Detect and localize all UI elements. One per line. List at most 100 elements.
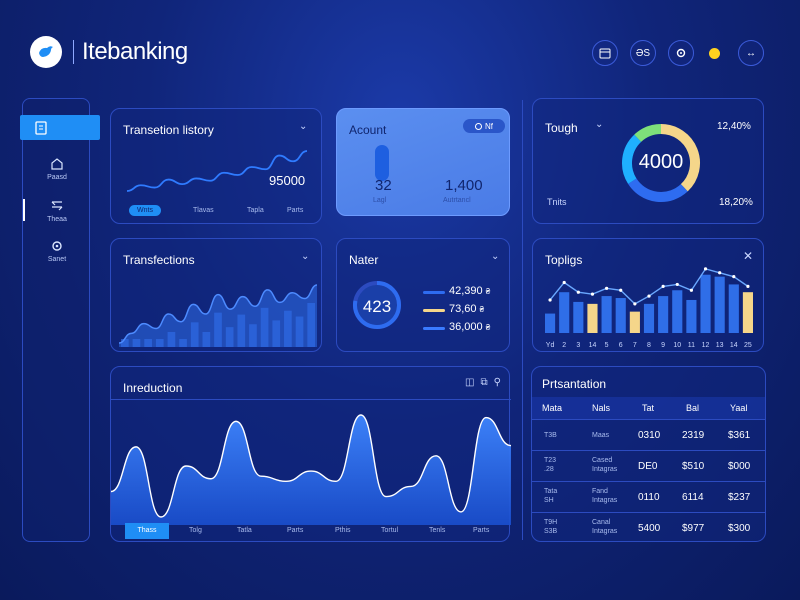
close-icon[interactable]: ✕ [743,249,753,263]
tab-tapla[interactable]: Tapla [247,207,264,214]
sidebar: Paasd Theaa Sanet [20,98,100,542]
transfections-card: Transfections ⌄ [110,238,322,352]
x-tick-label: 10 [673,342,681,349]
account-title: Acount [349,123,387,137]
tab-tatla[interactable]: Tatla [237,527,252,534]
table-cell: DE0 [638,461,658,472]
table-row[interactable]: T23 .28 Cased Intagras DE0 $510 $000 [532,450,765,481]
bar [728,284,739,333]
x-tick-label: 14 [730,342,738,349]
notification-dot[interactable] [709,48,720,59]
sidebar-item-wallet[interactable] [20,115,100,140]
sidebar-item-transfer[interactable]: Theaa [23,199,91,223]
settings-button[interactable] [668,40,694,66]
table-cell: T23 .28 [544,457,557,473]
bird-logo-icon[interactable] [30,36,62,68]
toggle-icon [475,122,482,130]
column-header[interactable]: Yaal [730,403,747,413]
column-header[interactable]: Tat [642,403,654,413]
x-tick-label: 12 [702,342,710,349]
app-title: Itebanking [82,38,188,65]
toplings-bar-chart: Yd 2 3 14 5 6 7 8 9 10 11 12 13 14 25 [545,267,753,349]
donut-slice [634,124,662,143]
calendar-icon [599,48,611,59]
expand-icon[interactable]: ◫ [465,377,474,388]
sidebar-item-home[interactable]: Paasd [23,157,91,181]
table-cell: Canal Intagras [592,519,618,535]
trend-point [605,286,609,290]
more-icon: ↔ [746,47,756,59]
copy-icon[interactable]: ⧉ [480,377,487,388]
legend-value-1: 42,390 ₴ [449,285,491,297]
tough-percent-top: 12,40% [717,121,751,132]
x-tick-label: 7 [633,342,637,349]
table-cell: $300 [728,523,751,534]
chevron-down-icon[interactable]: ⌄ [299,121,307,132]
table-row[interactable]: T3B Maas 0310 2319 $361 [532,419,765,450]
tab-tlavas[interactable]: Tlavas [193,207,214,214]
tab-tortul[interactable]: Tortul [381,527,398,534]
table-cell: $510 [682,461,705,472]
account-caption-1: Lagl [373,197,387,204]
bar [601,296,612,333]
tab-pthis[interactable]: Pthis [335,527,351,534]
table-row[interactable]: Tata SH Fand Intagras 0110 6114 $237 [532,481,765,512]
column-header[interactable]: Nals [592,403,610,413]
bar [573,301,584,333]
x-tick-label: 3 [576,342,580,349]
sidebar-label-settings: Sanet [47,256,67,263]
table-cell: T3B [544,432,557,439]
table-cell: $361 [728,430,751,441]
tab-thass[interactable]: Thass [125,523,169,539]
top-header: Itebanking ƏS ↔ [0,0,800,90]
chevron-down-icon[interactable]: ⌄ [301,251,309,262]
card-divider [111,399,511,400]
tough-left-label: Tnits [547,197,567,207]
table-cell: T9H S3B [544,519,558,535]
bar [629,311,640,333]
x-tick-label: 25 [744,342,752,349]
nater-title: Nater [349,253,379,267]
tab-parts[interactable]: Parts [287,207,303,214]
bar [545,313,556,333]
account-pill[interactable]: Nf [463,119,505,133]
gauge-value: 423 [362,297,392,316]
more-button[interactable]: ↔ [738,40,764,66]
chevron-down-icon[interactable]: ⌄ [595,119,603,130]
table-cell: $977 [682,523,705,534]
tab-wnts[interactable]: Wnts [129,205,161,216]
trend-point [703,267,708,271]
tab-parts[interactable]: Parts [287,527,303,534]
table-row[interactable]: T9H S3B Canal Intagras 5400 $977 $300 [532,512,765,541]
trend-point [689,288,693,292]
account-card[interactable]: Acount Nf 32 Lagl 1,400 Autrtancl [336,108,510,216]
tab-parts-2[interactable]: Parts [473,527,489,534]
calendar-button[interactable] [592,40,618,66]
currency-label: ƏS [635,47,651,59]
legend-value-2: 73,60 ₴ [449,303,485,315]
chevron-down-icon[interactable]: ⌄ [491,251,499,262]
tab-tolg[interactable]: Tolg [189,527,202,534]
legend-swatch [423,309,445,312]
x-tick-label: 13 [716,342,724,349]
bar [700,274,711,333]
tab-tenls[interactable]: Tenls [429,527,445,534]
bar [658,296,669,333]
column-header[interactable]: Bal [686,403,699,413]
column-header[interactable]: Mata [542,403,562,413]
account-value-1: 32 [375,177,392,194]
trend-point [661,284,665,288]
search-icon[interactable]: ⚲ [494,377,501,388]
sidebar-item-settings[interactable]: Sanet [23,239,91,263]
introduction-area [111,415,511,525]
transfections-area-chart [119,284,317,347]
trend-point [718,271,722,275]
table-cell: 6114 [682,492,704,503]
donut-center-value: 4000 [638,151,684,173]
transaction-history-title: Transetion listory [123,123,214,137]
transfections-title: Transfections [123,253,195,267]
table-header: Mata Nals Tat Bal Yaal [532,397,765,419]
x-tick-label: 11 [688,342,695,349]
bar [742,292,753,333]
currency-button[interactable]: ƏS [630,40,656,66]
